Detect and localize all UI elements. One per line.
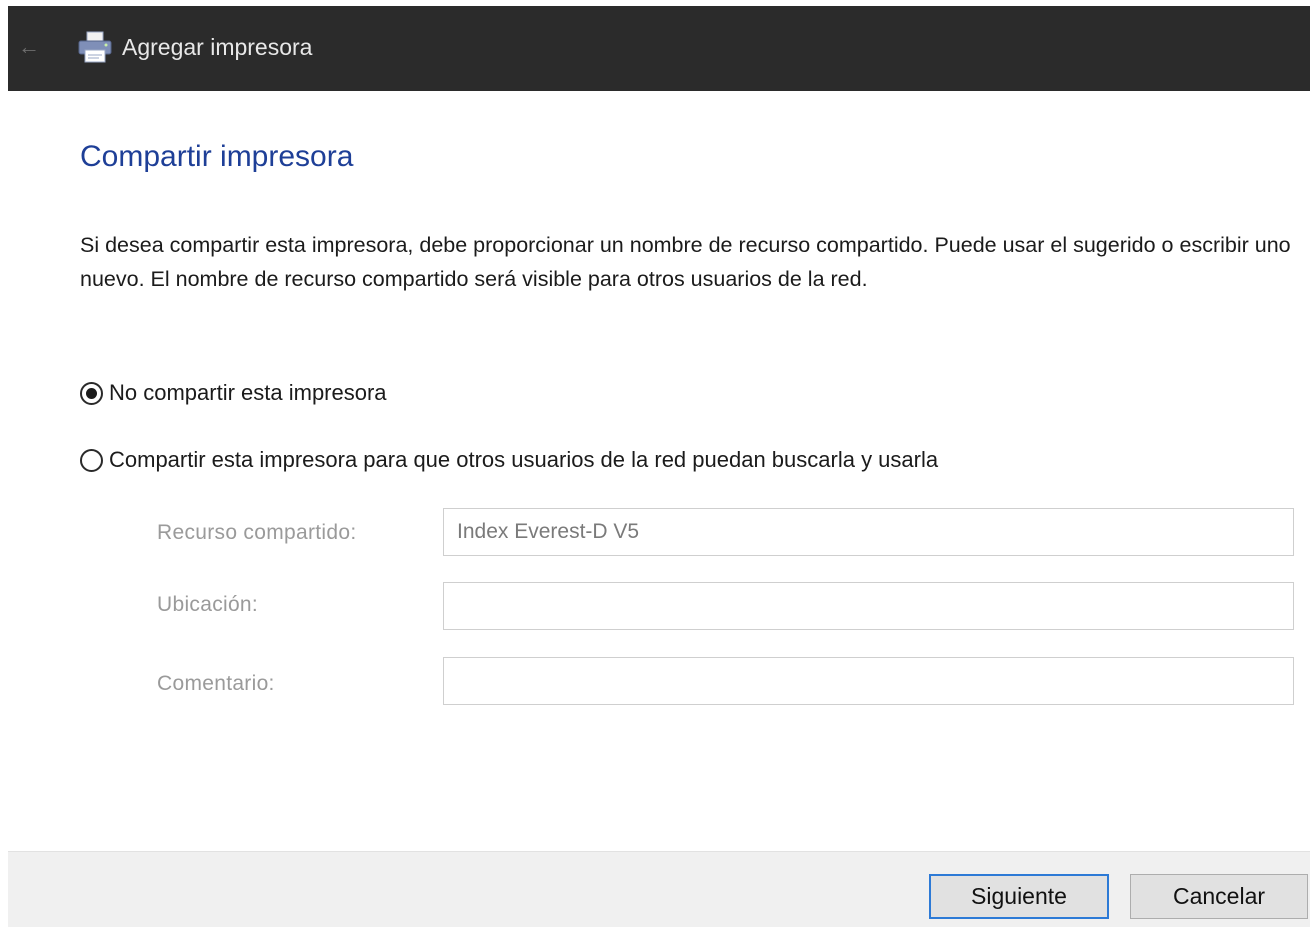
radio-share[interactable]: Compartir esta impresora para que otros … bbox=[80, 447, 938, 473]
location-label: Ubicación: bbox=[157, 593, 259, 616]
next-button[interactable]: Siguiente bbox=[929, 874, 1109, 919]
printer-icon bbox=[78, 31, 112, 63]
radio-share-label: Compartir esta impresora para que otros … bbox=[109, 447, 939, 472]
title-bar: ← Agregar impresora bbox=[8, 6, 1310, 91]
radio-no-share[interactable]: No compartir esta impresora bbox=[80, 380, 387, 406]
back-button[interactable]: ← bbox=[16, 34, 42, 60]
comment-field[interactable] bbox=[443, 657, 1294, 705]
comment-label: Comentario: bbox=[157, 672, 275, 695]
window-title: Agregar impresora bbox=[122, 34, 313, 60]
share-name-field[interactable] bbox=[443, 508, 1294, 556]
radio-selected-icon[interactable] bbox=[80, 381, 103, 405]
cancel-button[interactable]: Cancelar bbox=[1130, 874, 1308, 919]
radio-dot bbox=[86, 387, 97, 399]
share-name-label: Recurso compartido: bbox=[157, 521, 357, 544]
page-heading: Compartir impresora bbox=[80, 140, 354, 173]
location-field[interactable] bbox=[443, 582, 1294, 630]
radio-no-share-label: No compartir esta impresora bbox=[109, 380, 387, 405]
arrow-left-icon: ← bbox=[18, 34, 40, 59]
radio-unselected-icon[interactable] bbox=[80, 448, 103, 472]
page-description: Si desea compartir esta impresora, debe … bbox=[80, 233, 1291, 291]
footer-bar bbox=[8, 851, 1310, 927]
